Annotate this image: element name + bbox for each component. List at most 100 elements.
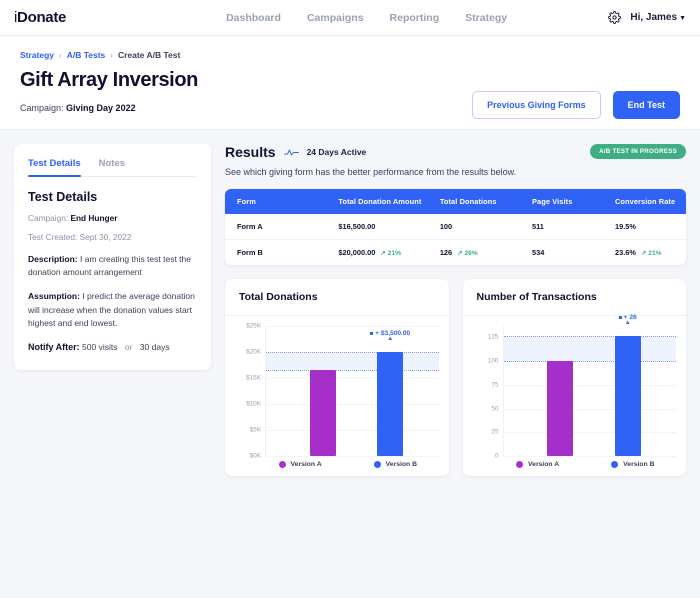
- col-conversion-rate: Conversion Rate: [602, 189, 686, 214]
- y-axis-tick-label: $0K: [249, 452, 261, 460]
- panel-notify-label: Notify After:: [28, 341, 80, 352]
- grid-number-of-transactions: + 26 ▲: [502, 314, 676, 457]
- panel-campaign-row: Campaign: End Hunger: [28, 213, 197, 223]
- legend-swatch-icon: [516, 461, 524, 468]
- panel-created-value: Sept 30, 2022: [79, 232, 132, 242]
- breadcrumb: Strategy › A/B Tests › Create A/B Test: [20, 50, 680, 60]
- delta-band-line-upper: [503, 336, 676, 338]
- cell-form: Form B: [237, 248, 263, 257]
- panel-notify-days: 30 days: [139, 341, 170, 352]
- days-active-label: 24 Days Active: [306, 147, 367, 157]
- table-header-row: Form Total Donation Amount Total Donatio…: [225, 189, 686, 214]
- cell-page-visits: 511: [520, 214, 603, 240]
- annotation-dot-icon: [370, 331, 374, 335]
- table-row: Form A $16,500.00 100 511 19.5%: [225, 214, 686, 240]
- nav-link-strategy[interactable]: Strategy: [465, 12, 507, 24]
- y-axis-total-donations: $0K $5K $10K $15K $20K $25K: [235, 322, 265, 460]
- delta-band-line-upper: [266, 352, 439, 353]
- chart-title-total-donations: Total Donations: [225, 279, 449, 316]
- breadcrumb-separator-1: ›: [59, 50, 62, 60]
- header-actions: Previous Giving Forms End Test: [472, 91, 680, 119]
- results-table-wrapper: Form Total Donation Amount Total Donatio…: [225, 189, 686, 265]
- gridline: [266, 378, 439, 379]
- tab-notes[interactable]: Notes: [99, 158, 125, 176]
- cell-value: 126: [439, 248, 453, 257]
- gear-icon[interactable]: [608, 11, 622, 24]
- legend-label: Version A: [528, 461, 560, 468]
- nav-right-cluster: Hi, James ▼: [608, 11, 686, 24]
- pulse-icon: [283, 147, 299, 158]
- cell-total-donation-amount: $20,000.00 ↗ 21%: [326, 240, 427, 266]
- top-navigation-bar: iDonate Dashboard Campaigns Reporting St…: [0, 0, 700, 36]
- col-page-visits: Page Visits: [520, 189, 603, 214]
- cell-value: 19.5%: [614, 222, 636, 231]
- y-axis-tick-label: 75: [491, 381, 499, 389]
- results-subtitle: See which giving form has the better per…: [225, 167, 517, 177]
- results-table-head: Form Total Donation Amount Total Donatio…: [225, 189, 686, 214]
- cell-value: 23.6%: [614, 248, 636, 257]
- legend-item-version-b: Version B: [611, 461, 654, 468]
- delta-badge: ↗ 21%: [380, 250, 401, 257]
- panel-notify-after: Notify After: 500 visits or 30 days: [28, 342, 197, 352]
- end-test-button[interactable]: End Test: [612, 91, 680, 119]
- campaign-label: Campaign:: [20, 103, 64, 113]
- tab-test-details[interactable]: Test Details: [28, 158, 81, 177]
- panel-description-label: Description:: [28, 254, 78, 264]
- charts-row: Total Donations $0K $5K $10K $15K $20K $25K +…: [225, 279, 686, 476]
- y-axis-tick-label: $15K: [246, 374, 261, 382]
- breadcrumb-separator-2: ›: [110, 50, 113, 60]
- cell-value: $20,000.00: [338, 248, 376, 257]
- cell-total-donation-amount: $16,500.00: [326, 214, 428, 240]
- campaign-value: Giving Day 2022: [66, 103, 136, 113]
- cell-conversion-rate: 19.5%: [602, 214, 686, 240]
- chart-body-number-of-transactions: 0 25 50 75 100 125 + 26 ▲ Version A Version B: [463, 314, 687, 476]
- results-section: Results 24 Days Active A/B TEST IN PROGR…: [225, 144, 686, 476]
- grid-total-donations: + $3,500.00 ▲: [265, 326, 439, 457]
- results-header-row: Results 24 Days Active A/B TEST IN PROGR…: [225, 144, 686, 160]
- y-axis-number-of-transactions: 0 25 50 75 100 125: [473, 326, 503, 460]
- gridline: [503, 408, 676, 410]
- cell-conversion-rate: 23.6% ↗ 21%: [603, 240, 686, 266]
- breadcrumb-item-ab-tests[interactable]: A/B Tests: [67, 50, 106, 60]
- chart-card-total-donations: Total Donations $0K $5K $10K $15K $20K $25K +…: [225, 279, 449, 476]
- nav-link-reporting[interactable]: Reporting: [390, 12, 440, 24]
- nav-link-campaigns[interactable]: Campaigns: [307, 12, 364, 24]
- legend-item-version-a: Version A: [516, 461, 559, 468]
- gridline: [266, 326, 439, 327]
- y-axis-tick-label: 50: [491, 405, 499, 413]
- col-total-donations: Total Donations: [427, 189, 520, 214]
- col-form: Form: [225, 189, 327, 214]
- delta-annotation: + $3,500.00 ▲: [370, 330, 410, 342]
- status-badge: A/B TEST IN PROGRESS: [590, 144, 686, 159]
- gridline: [266, 456, 439, 457]
- bar-version-a: [547, 361, 574, 456]
- results-table: Form Total Donation Amount Total Donatio…: [225, 189, 686, 265]
- cell-value: 100: [439, 222, 453, 231]
- annotation-caret-icon: ▲: [387, 336, 394, 342]
- y-axis-tick-label: $25K: [246, 322, 261, 330]
- nav-link-dashboard[interactable]: Dashboard: [226, 12, 281, 24]
- breadcrumb-item-strategy[interactable]: Strategy: [20, 50, 54, 60]
- legend-number-of-transactions: Version A Version B: [473, 461, 677, 468]
- panel-campaign-value: End Hunger: [70, 213, 118, 223]
- gridline: [266, 404, 439, 405]
- results-title: Results: [225, 144, 276, 160]
- delta-band-line-lower: [266, 370, 439, 372]
- results-table-body: Form A $16,500.00 100 511 19.5% Form B $…: [225, 214, 686, 265]
- y-axis-tick-label: 100: [487, 357, 499, 365]
- user-menu[interactable]: Hi, James ▼: [630, 12, 686, 23]
- breadcrumb-item-current: Create A/B Test: [117, 50, 181, 60]
- delta-band-line-lower: [503, 361, 676, 363]
- chart-card-number-of-transactions: Number of Transactions 0 25 50 75 100 125 + 2…: [462, 279, 687, 476]
- y-axis-tick-label: $20K: [246, 348, 261, 356]
- brand-logo[interactable]: iDonate: [14, 9, 66, 26]
- panel-created-row: Test Created: Sept 30, 2022: [28, 232, 197, 242]
- annotation-caret-icon: ▲: [624, 320, 631, 327]
- previous-giving-forms-button[interactable]: Previous Giving Forms: [472, 91, 601, 119]
- legend-label: Version A: [290, 461, 322, 468]
- test-details-panel: Test Details Notes Test Details Campaign…: [14, 144, 211, 370]
- panel-heading: Test Details: [28, 190, 98, 204]
- gridline: [503, 432, 676, 434]
- panel-notify-visits: 500 visits: [82, 341, 118, 352]
- primary-nav-links: Dashboard Campaigns Reporting Strategy: [226, 12, 507, 24]
